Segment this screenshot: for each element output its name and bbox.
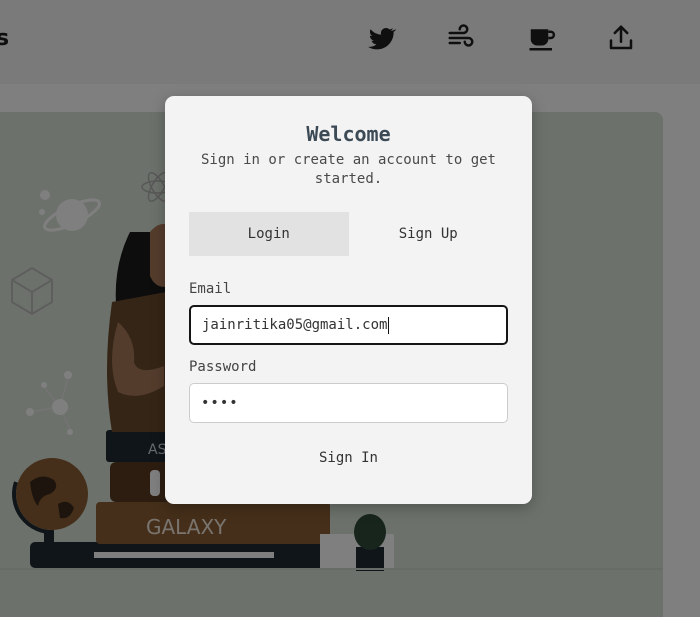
email-field[interactable]: jainritika05@gmail.com (189, 305, 508, 345)
dialog-subtitle: Sign in or create an account to get star… (200, 152, 496, 187)
password-field[interactable]: •••• (189, 383, 508, 423)
tab-sign-up[interactable]: Sign Up (349, 212, 509, 256)
auth-tabs: Login Sign Up (189, 212, 508, 256)
email-label: Email (189, 281, 232, 297)
password-field-value: •••• (201, 395, 239, 411)
tab-login[interactable]: Login (189, 212, 349, 256)
password-label: Password (189, 359, 257, 375)
text-caret (388, 316, 390, 334)
auth-dialog: Welcome Sign in or create an account to … (165, 96, 532, 504)
email-field-value: jainritika05@gmail.com (202, 317, 388, 333)
sign-in-button[interactable]: Sign In (189, 444, 508, 472)
dialog-title: Welcome (306, 122, 391, 146)
